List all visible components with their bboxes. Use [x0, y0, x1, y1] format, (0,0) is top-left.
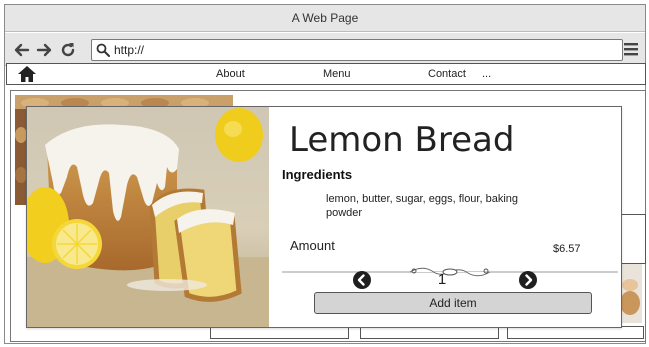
hamburger-menu-icon[interactable]	[623, 41, 639, 57]
url-input[interactable]: http://	[91, 39, 623, 61]
browser-toolbar: http://	[5, 33, 645, 66]
nav-link-more[interactable]: ...	[482, 64, 491, 84]
product-title: Lemon Bread	[289, 120, 515, 160]
reload-icon[interactable]	[59, 41, 77, 59]
product-dialog: Lemon Bread Ingredients lemon, butter, s…	[26, 106, 622, 328]
ingredients-heading: Ingredients	[282, 167, 353, 182]
forward-arrow-icon[interactable]	[35, 41, 53, 59]
add-item-button[interactable]: Add item	[314, 292, 592, 314]
chevron-right-circle-icon[interactable]	[519, 271, 537, 289]
back-arrow-icon[interactable]	[13, 41, 31, 59]
nav-link-menu[interactable]: Menu	[323, 64, 351, 84]
chevron-left-circle-icon[interactable]	[353, 271, 371, 289]
lemon-bread-image	[27, 107, 269, 327]
amount-label: Amount	[290, 238, 335, 253]
site-navbar: About Menu Contact ...	[6, 63, 646, 85]
window-title: A Web Page	[5, 5, 645, 32]
price-label: $6.57	[553, 243, 581, 255]
url-text: http://	[114, 43, 145, 57]
nav-link-about[interactable]: About	[216, 64, 245, 84]
home-icon[interactable]	[17, 65, 37, 83]
nav-link-contact[interactable]: Contact	[428, 64, 466, 84]
quantity-value: 1	[437, 271, 447, 288]
search-icon	[96, 43, 110, 57]
background-card	[620, 214, 646, 264]
ingredients-list: lemon, butter, sugar, eggs, flour, bakin…	[326, 193, 519, 219]
